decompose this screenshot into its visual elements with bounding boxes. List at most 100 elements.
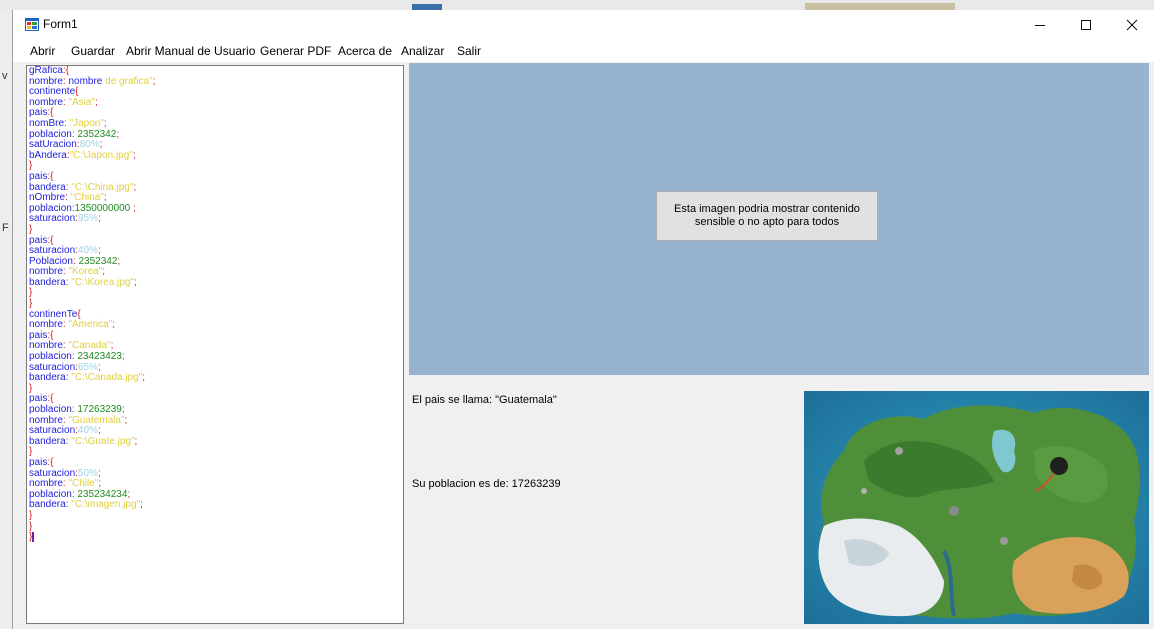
code-token: 40% <box>77 425 98 437</box>
code-token: } <box>29 160 33 172</box>
code-token: gRafica <box>29 65 63 76</box>
background-desktop-strip <box>0 0 1154 10</box>
code-token: pais <box>29 393 48 405</box>
code-token: ; <box>97 467 101 479</box>
code-token: pais <box>29 456 48 468</box>
menu-analizar[interactable]: Analizar <box>401 44 444 58</box>
code-line: nombre: "America"; <box>27 319 403 331</box>
code-token: satUracion <box>29 139 77 151</box>
code-token: saturacion <box>29 213 76 225</box>
code-editor-textarea[interactable]: gRafica:{nombre: nombre de grafica"; cont… <box>26 65 404 624</box>
close-icon <box>1126 19 1138 31</box>
code-token: ; <box>103 117 107 129</box>
code-token: ; <box>117 255 121 267</box>
code-line: bandera: "C:\imagen.jpg"; <box>27 500 403 511</box>
code-token: saturacion <box>29 467 76 479</box>
code-token: { <box>77 308 81 320</box>
code-token: pais <box>29 329 48 341</box>
map-image <box>804 391 1149 624</box>
code-token: bandera <box>29 499 66 511</box>
code-token: ; <box>97 425 101 437</box>
sensitive-content-warning: Esta imagen podria mostrar contenido sen… <box>656 191 878 241</box>
code-token: ; <box>102 266 106 278</box>
code-token: :{ <box>47 234 54 246</box>
code-token: } <box>29 520 33 532</box>
code-token: } <box>29 382 33 394</box>
maximize-button[interactable] <box>1063 10 1109 40</box>
code-token: ; <box>133 276 137 288</box>
code-token: bandera <box>29 435 66 447</box>
code-token: pais <box>29 170 48 182</box>
code-token: 2352342 <box>75 255 118 267</box>
code-token: } <box>29 223 33 235</box>
code-token: bandera <box>29 276 66 288</box>
code-token: 1350000000 <box>74 202 131 214</box>
minimize-button[interactable] <box>1017 10 1063 40</box>
code-token: "C:\imagen.jpg" <box>68 499 141 511</box>
code-token: nombre <box>29 96 63 108</box>
code-token: "C:\Korea.jpg" <box>68 276 134 288</box>
code-token: ; <box>142 372 146 384</box>
menu-abrir[interactable]: Abrir <box>30 44 55 58</box>
code-line: } <box>27 298 403 310</box>
menu-bar: Abrir Guardar Abrir Manual de Usuario Ge… <box>13 40 1154 62</box>
background-glyph: v <box>2 70 8 82</box>
code-token: } <box>29 287 33 299</box>
close-button[interactable] <box>1109 10 1154 40</box>
code-token: nomBre <box>29 117 65 129</box>
code-token: { <box>75 86 79 98</box>
code-token: nombre <box>29 340 63 352</box>
code-token: ; <box>110 340 114 352</box>
menu-generar-pdf[interactable]: Generar PDF <box>260 44 331 58</box>
code-token: ; <box>98 478 102 490</box>
code-token: bandera <box>29 372 66 384</box>
title-bar[interactable]: Form1 <box>13 10 1154 40</box>
code-token: poblacion <box>29 351 72 363</box>
code-token: ; <box>124 414 128 426</box>
code-token: poblacion <box>29 404 72 415</box>
code-token: } <box>29 446 33 458</box>
code-token: ; <box>152 75 156 87</box>
code-token: ; <box>97 361 101 373</box>
code-token: "C:\Guate.jpg" <box>68 435 135 447</box>
code-token: :{ <box>47 170 54 182</box>
poblacion-label: Su poblacion es de: 17263239 <box>412 478 561 490</box>
code-token: 95% <box>77 213 98 225</box>
code-token: :{ <box>47 456 54 468</box>
code-token: 80% <box>79 139 100 151</box>
code-token: ; <box>103 192 107 204</box>
code-token: "Chile" <box>65 478 99 490</box>
code-token: "Guatemala" <box>65 414 125 426</box>
menu-acerca-de[interactable]: Acerca de <box>338 44 392 58</box>
code-line: } <box>27 161 403 172</box>
code-token: 23423423 <box>74 351 122 363</box>
maximize-icon <box>1081 20 1091 30</box>
code-token: ; <box>134 435 138 447</box>
code-token: 65% <box>77 361 98 373</box>
code-token: ; <box>99 139 103 151</box>
code-token: ; <box>95 96 98 108</box>
menu-guardar[interactable]: Guardar <box>71 44 115 58</box>
minimize-icon <box>1035 25 1045 26</box>
code-token: :{ <box>62 65 70 76</box>
menu-salir[interactable]: Salir <box>457 44 481 58</box>
code-token: 17263239 <box>74 404 122 415</box>
warning-text: Esta imagen podria mostrar contenido sen… <box>674 203 860 228</box>
code-token: poblacion <box>29 488 72 500</box>
code-line: bandera: "C:\Guate.jpg"; <box>27 435 403 448</box>
code-token: ; <box>116 128 120 140</box>
code-token: nOmbre <box>29 192 66 204</box>
code-token: nombre <box>29 478 63 490</box>
code-token: nombre <box>65 75 106 87</box>
code-token: ; <box>133 181 137 193</box>
code-token: saturacion <box>29 425 76 437</box>
code-token: } <box>29 509 33 521</box>
menu-abrir-manual[interactable]: Abrir Manual de Usuario <box>126 44 255 58</box>
code-token: "America" <box>65 319 113 331</box>
code-token: de grafica" <box>105 75 153 87</box>
code-token: ; <box>97 245 101 257</box>
code-token: saturacion <box>29 361 76 373</box>
code-token: "Canada" <box>65 340 111 352</box>
code-line: } <box>27 509 403 522</box>
pais-name-label: El pais se llama: "Guatemala" <box>412 394 557 406</box>
